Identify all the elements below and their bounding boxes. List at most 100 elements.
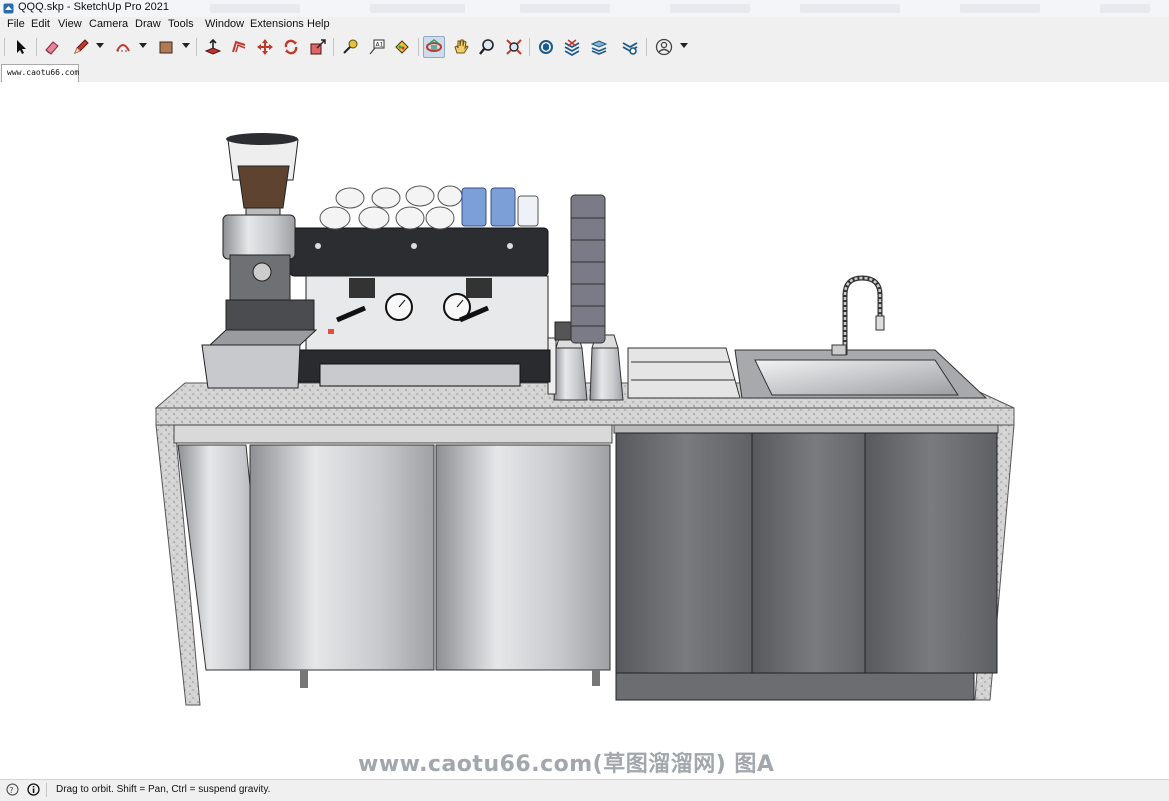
left-cabinet-door-1[interactable] <box>249 444 435 671</box>
control-knob[interactable] <box>411 243 417 249</box>
rotate-tool-button[interactable] <box>280 36 302 58</box>
right-cabinet-rail <box>613 424 999 434</box>
drip-tray <box>627 347 741 399</box>
status-bar: ? Drag to orbit. Shift = Pan, Ctrl = sus… <box>0 779 1169 801</box>
menu-help[interactable]: Help <box>307 18 330 30</box>
rectangle-icon <box>159 41 173 54</box>
espresso-cups-blue <box>461 187 539 227</box>
layout-button[interactable] <box>588 36 610 58</box>
grinder-dosing-chamber <box>222 214 296 260</box>
move-arrows-icon <box>257 39 273 55</box>
layout-icon <box>590 40 608 55</box>
account-dropdown[interactable] <box>680 43 688 48</box>
arc-tool-dropdown[interactable] <box>139 43 147 48</box>
cocktail-shaker-1 <box>553 347 588 401</box>
grind-adjust-dial[interactable] <box>252 262 272 282</box>
sink-faucet[interactable] <box>842 275 883 355</box>
cocktail-shaker-2 <box>589 347 624 401</box>
line-tool-button[interactable] <box>70 36 92 58</box>
tape-measure-tool-button[interactable] <box>339 36 361 58</box>
cabinet-foot <box>300 670 308 688</box>
scene-tabs-bar: www.caotu66.com <box>0 62 1169 83</box>
knock-box-drawer[interactable] <box>201 344 301 389</box>
left-cabinet-door-2[interactable] <box>435 444 611 671</box>
paper-cup-stack <box>570 194 606 344</box>
right-cabinet-plinth <box>615 672 975 701</box>
pencil-icon <box>74 39 89 54</box>
pan-tool-button[interactable] <box>450 36 472 58</box>
tape-measure-icon <box>343 39 358 54</box>
3d-warehouse-button[interactable] <box>535 36 557 58</box>
instructor-info-icon[interactable] <box>27 783 40 796</box>
menu-camera[interactable]: Camera <box>89 18 128 30</box>
control-knob[interactable] <box>507 243 513 249</box>
menu-tools[interactable]: Tools <box>168 18 194 30</box>
title-bar: QQQ.skp - SketchUp Pro 2021 <box>0 0 1169 18</box>
text-icon: A1 <box>369 39 385 55</box>
cabinet-foot <box>592 670 600 686</box>
orbit-tool-button[interactable] <box>423 36 445 58</box>
menu-window[interactable]: Window <box>205 18 244 30</box>
control-knob[interactable] <box>315 243 321 249</box>
menu-file[interactable]: File <box>7 18 25 30</box>
zoom-tool-button[interactable] <box>476 36 498 58</box>
eraser-tool-button[interactable] <box>41 36 63 58</box>
group-head-1[interactable] <box>349 278 375 298</box>
toolbar-separator <box>646 38 647 56</box>
background-browser-tabs <box>200 4 1160 14</box>
menu-edit[interactable]: Edit <box>31 18 50 30</box>
line-tool-dropdown[interactable] <box>96 43 104 48</box>
right-cabinet-door-2[interactable] <box>751 432 879 674</box>
main-toolbar: A1 <box>0 32 1169 63</box>
geo-location-icon[interactable]: ? <box>6 783 19 796</box>
rectangle-tool-button[interactable] <box>155 36 177 58</box>
rectangle-tool-dropdown[interactable] <box>182 43 190 48</box>
status-separator <box>46 783 47 797</box>
push-pull-tool-button[interactable] <box>202 36 224 58</box>
extension-manager-button[interactable] <box>619 36 641 58</box>
status-hint: Drag to orbit. Shift = Pan, Ctrl = suspe… <box>56 784 271 795</box>
group-head-2[interactable] <box>466 278 492 298</box>
zoom-extents-tool-button[interactable] <box>503 36 525 58</box>
arc-icon <box>116 44 130 52</box>
toolbar-separator <box>333 38 334 56</box>
select-tool-button[interactable] <box>10 36 32 58</box>
toolbar-separator <box>196 38 197 56</box>
menu-bar: File Edit View Camera Draw Tools Window … <box>0 17 1169 32</box>
text-tool-button[interactable]: A1 <box>366 36 388 58</box>
grinder-lid <box>226 133 298 145</box>
offset-tool-button[interactable] <box>228 36 250 58</box>
account-icon <box>655 38 673 56</box>
toolbar-separator <box>36 38 37 56</box>
extension-warehouse-button[interactable] <box>561 36 583 58</box>
coffee-beans <box>237 165 290 209</box>
faucet-spray-head <box>875 315 885 331</box>
model-canvas[interactable] <box>0 82 1169 779</box>
toolbar-separator <box>529 38 530 56</box>
extension-warehouse-icon <box>564 39 580 56</box>
menu-extensions[interactable]: Extensions <box>250 18 304 30</box>
scene-tab[interactable]: www.caotu66.com <box>1 64 79 82</box>
offset-icon <box>232 40 246 53</box>
faucet-base <box>831 344 847 356</box>
magnifier-icon <box>479 39 494 55</box>
push-pull-icon <box>204 38 222 55</box>
knock-box-top <box>208 329 318 346</box>
arrow-cursor-icon <box>17 40 26 54</box>
right-cabinet-door-3[interactable] <box>864 432 998 674</box>
paint-bucket-tool-button[interactable] <box>391 36 413 58</box>
right-cabinet-door-1[interactable] <box>615 432 757 674</box>
grinder-base <box>225 299 315 333</box>
menu-view[interactable]: View <box>58 18 82 30</box>
espresso-machine-front <box>305 275 549 351</box>
scale-tool-button[interactable] <box>307 36 329 58</box>
drawing-viewport[interactable] <box>0 82 1169 779</box>
sketchup-app-icon <box>3 3 14 14</box>
account-button[interactable] <box>653 36 675 58</box>
eraser-icon <box>45 41 59 55</box>
espresso-drip-grate <box>319 363 521 387</box>
move-tool-button[interactable] <box>254 36 276 58</box>
arc-tool-button[interactable] <box>112 36 134 58</box>
orbit-icon <box>426 39 442 52</box>
menu-draw[interactable]: Draw <box>135 18 161 30</box>
